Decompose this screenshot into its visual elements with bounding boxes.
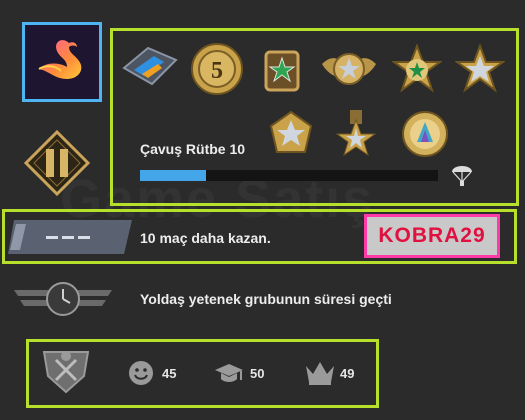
star-medal-icon[interactable] (262, 48, 302, 94)
friendly-count: 45 (162, 366, 177, 381)
swan-avatar-icon (38, 40, 82, 79)
silver-star-medal-icon[interactable] (455, 44, 505, 96)
winged-clock-icon (14, 282, 112, 316)
rank-name: Çavuş Rütbe 10 (140, 141, 246, 157)
smiley-icon (129, 361, 153, 385)
mission-badge-icon (8, 220, 132, 254)
rank-chevron-icon (24, 130, 90, 196)
graduation-cap-icon (215, 364, 243, 382)
green-star-medal-icon[interactable] (392, 44, 442, 96)
crown-icon (306, 362, 334, 385)
shield-badge-icon (42, 351, 90, 394)
star-shield-medal-icon[interactable] (268, 110, 314, 158)
profile-avatar[interactable] (22, 22, 102, 102)
svg-text:5: 5 (211, 58, 223, 84)
operation-coin-icon[interactable] (118, 44, 182, 92)
username-label: KOBRA29 (364, 214, 500, 258)
wings-medal-icon[interactable] (318, 44, 380, 94)
xp-progress-fill (140, 170, 206, 181)
skill-group-text: Yoldaş yetenek grubunun süresi geçti (140, 291, 392, 307)
teacher-count: 50 (250, 366, 265, 381)
gold-pin-icon[interactable] (401, 110, 449, 158)
parachute-icon[interactable] (450, 162, 474, 188)
mission-text: 10 maç daha kazan. (140, 230, 271, 246)
service-medal-5-icon[interactable]: 5 (190, 42, 244, 96)
leader-count: 49 (340, 366, 355, 381)
xp-progress-bar (140, 170, 438, 181)
gold-star-medal-icon[interactable] (336, 108, 376, 156)
